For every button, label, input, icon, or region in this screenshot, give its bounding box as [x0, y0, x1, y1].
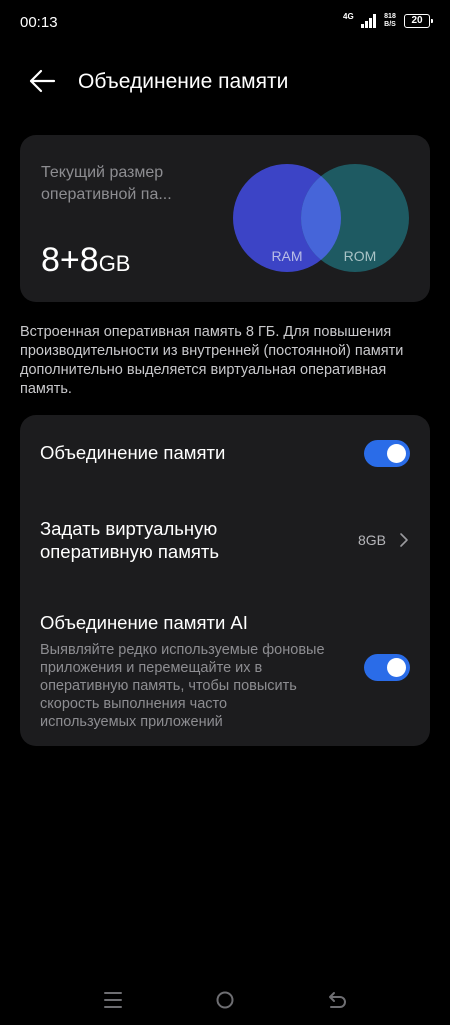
network-indicator: 4G: [343, 13, 355, 29]
page-title: Объединение памяти: [78, 70, 289, 93]
status-bar: 00:13 4G 818 B/S 20: [0, 0, 450, 44]
chevron-right-icon: [400, 533, 408, 547]
ram-label: RAM: [271, 248, 302, 264]
rom-label: ROM: [344, 248, 377, 264]
header: Объединение памяти: [0, 56, 450, 106]
home-icon[interactable]: [213, 988, 237, 1012]
arrow-left-icon[interactable]: [28, 68, 56, 94]
network-type: 4G: [343, 12, 354, 21]
settings-card: Объединение памяти Задать виртуальную оп…: [20, 415, 430, 746]
memory-size-label: Текущий размер оперативной па...: [41, 164, 172, 203]
memory-merge-title: Объединение памяти: [40, 442, 226, 463]
memory-description: Встроенная оперативная память 8 ГБ. Для …: [20, 324, 404, 397]
toggle-knob: [387, 658, 406, 677]
memory-size-card: Текущий размер оперативной па... 8+8GB R…: [20, 135, 430, 302]
back-icon[interactable]: [325, 988, 349, 1012]
virtual-ram-value: 8GB: [357, 532, 386, 548]
virtual-ram-title: Задать виртуальную оперативную память: [40, 518, 220, 562]
status-icons: 4G 818 B/S 20: [343, 13, 433, 29]
memory-size-unit: GB: [98, 251, 131, 276]
battery-icon: 20: [404, 14, 433, 28]
network-speed-value: 818: [384, 13, 396, 20]
memory-size-number: 8+8: [41, 241, 99, 279]
network-speed-unit: B/S: [384, 21, 396, 28]
toggle-knob: [387, 444, 406, 463]
ai-merge-toggle[interactable]: [364, 654, 410, 681]
ai-merge-title: Объединение памяти AI: [40, 612, 248, 633]
signal-icon: [361, 14, 376, 28]
screen: 00:13 4G 818 B/S 20 Объединение памяти Т…: [0, 0, 450, 1025]
ai-merge-subtitle: Выявляйте редко используемые фоновые при…: [40, 642, 325, 730]
ram-rom-venn-diagram: RAM ROM: [233, 164, 409, 272]
memory-merge-toggle[interactable]: [364, 440, 410, 467]
memory-size-value: 8+8GB: [41, 241, 130, 280]
navigation-bar: [0, 980, 450, 1020]
network-speed: 818 B/S: [382, 13, 398, 29]
battery-level: 20: [411, 15, 423, 26]
status-time: 00:13: [20, 14, 58, 31]
menu-icon[interactable]: [101, 988, 125, 1012]
